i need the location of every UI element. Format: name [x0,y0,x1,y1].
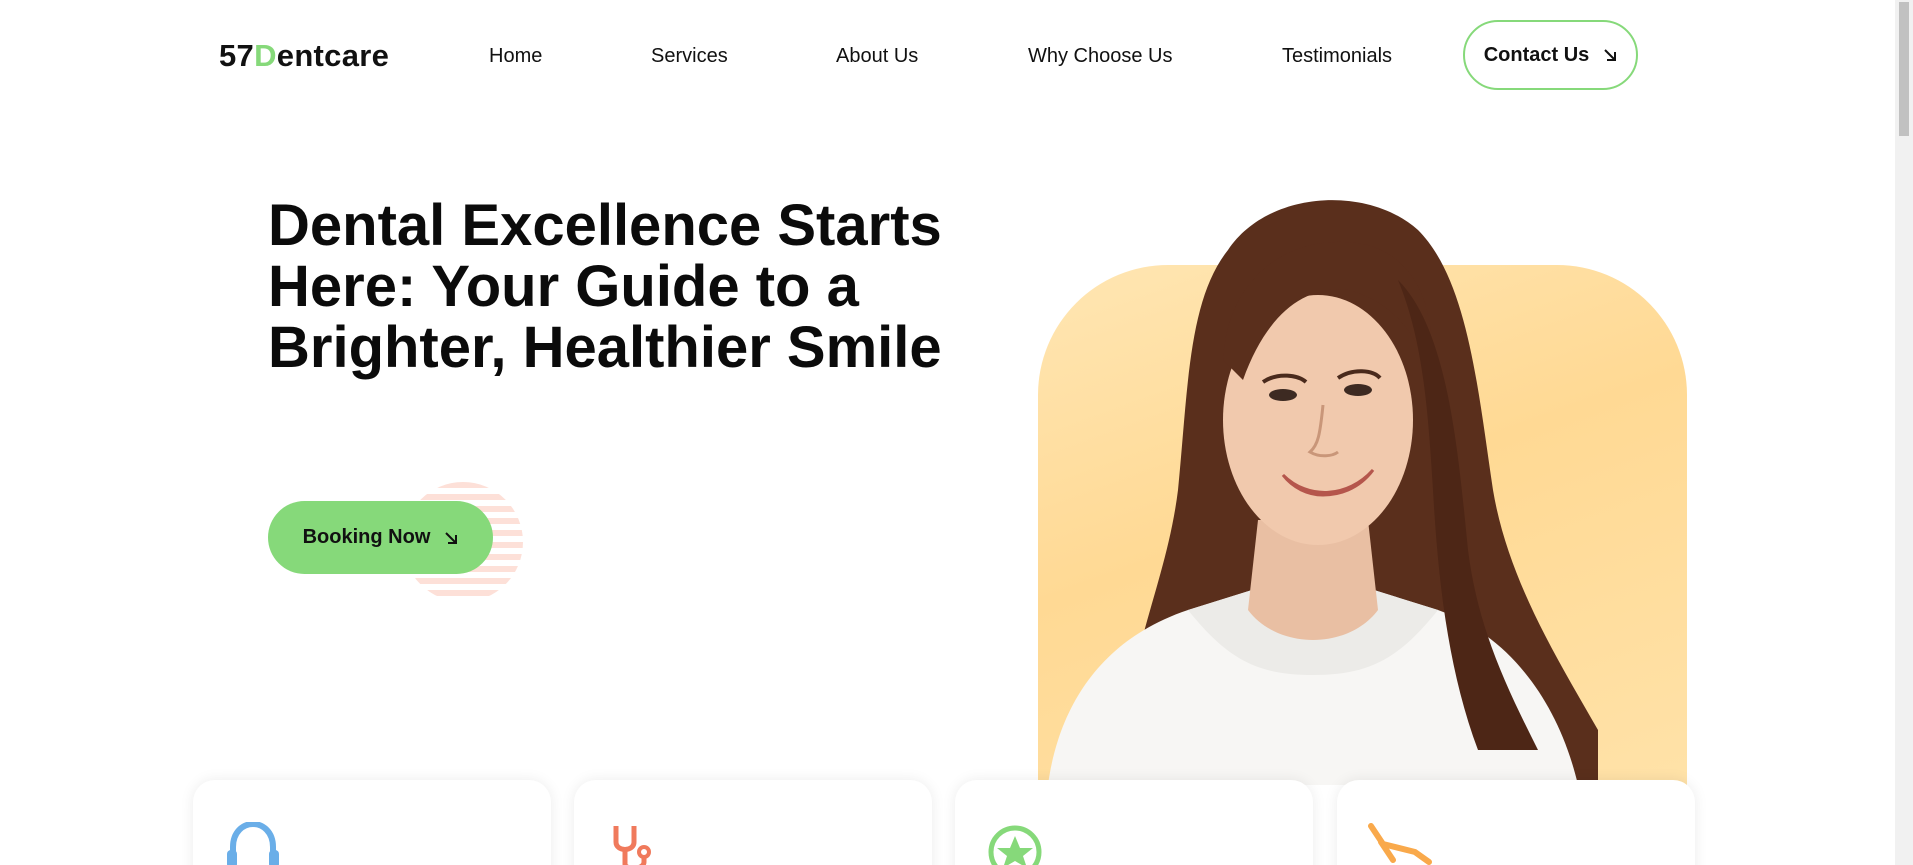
stethoscope-icon [604,822,664,865]
logo-accent: D [254,38,277,73]
nav-testimonials[interactable]: Testimonials [1282,45,1392,68]
feature-card-support[interactable] [193,780,551,865]
logo-suffix: entcare [276,38,390,73]
star-badge-icon [985,822,1045,865]
page: 57Dentcare Home Services About Us Why Ch… [0,0,1895,865]
arrow-down-right-icon [444,531,458,545]
vertical-scrollbar[interactable] [1895,0,1913,865]
contact-us-button[interactable]: Contact Us [1463,20,1638,90]
arrow-down-right-icon [1603,48,1617,62]
nav-why-choose-us[interactable]: Why Choose Us [1028,45,1173,68]
contact-us-label: Contact Us [1483,43,1590,66]
feature-card-checkup[interactable] [574,780,932,865]
nav-home[interactable]: Home [489,45,542,68]
hero-image [1048,200,1598,785]
booking-now-button[interactable]: Booking Now [268,501,493,574]
booking-now-label: Booking Now [302,526,431,548]
feature-card-treatment[interactable] [1337,780,1695,865]
scrollbar-thumb[interactable] [1899,2,1909,136]
logo-prefix: 57 [219,38,255,73]
dental-chair-icon [1367,822,1437,865]
nav-services[interactable]: Services [651,45,728,68]
nav-about-us[interactable]: About Us [836,45,918,68]
logo[interactable]: 57Dentcare [219,38,389,74]
hero-title: Dental Excellence Starts Here: Your Guid… [268,193,942,380]
feature-card-quality[interactable] [955,780,1313,865]
headset-support-icon [223,820,283,865]
